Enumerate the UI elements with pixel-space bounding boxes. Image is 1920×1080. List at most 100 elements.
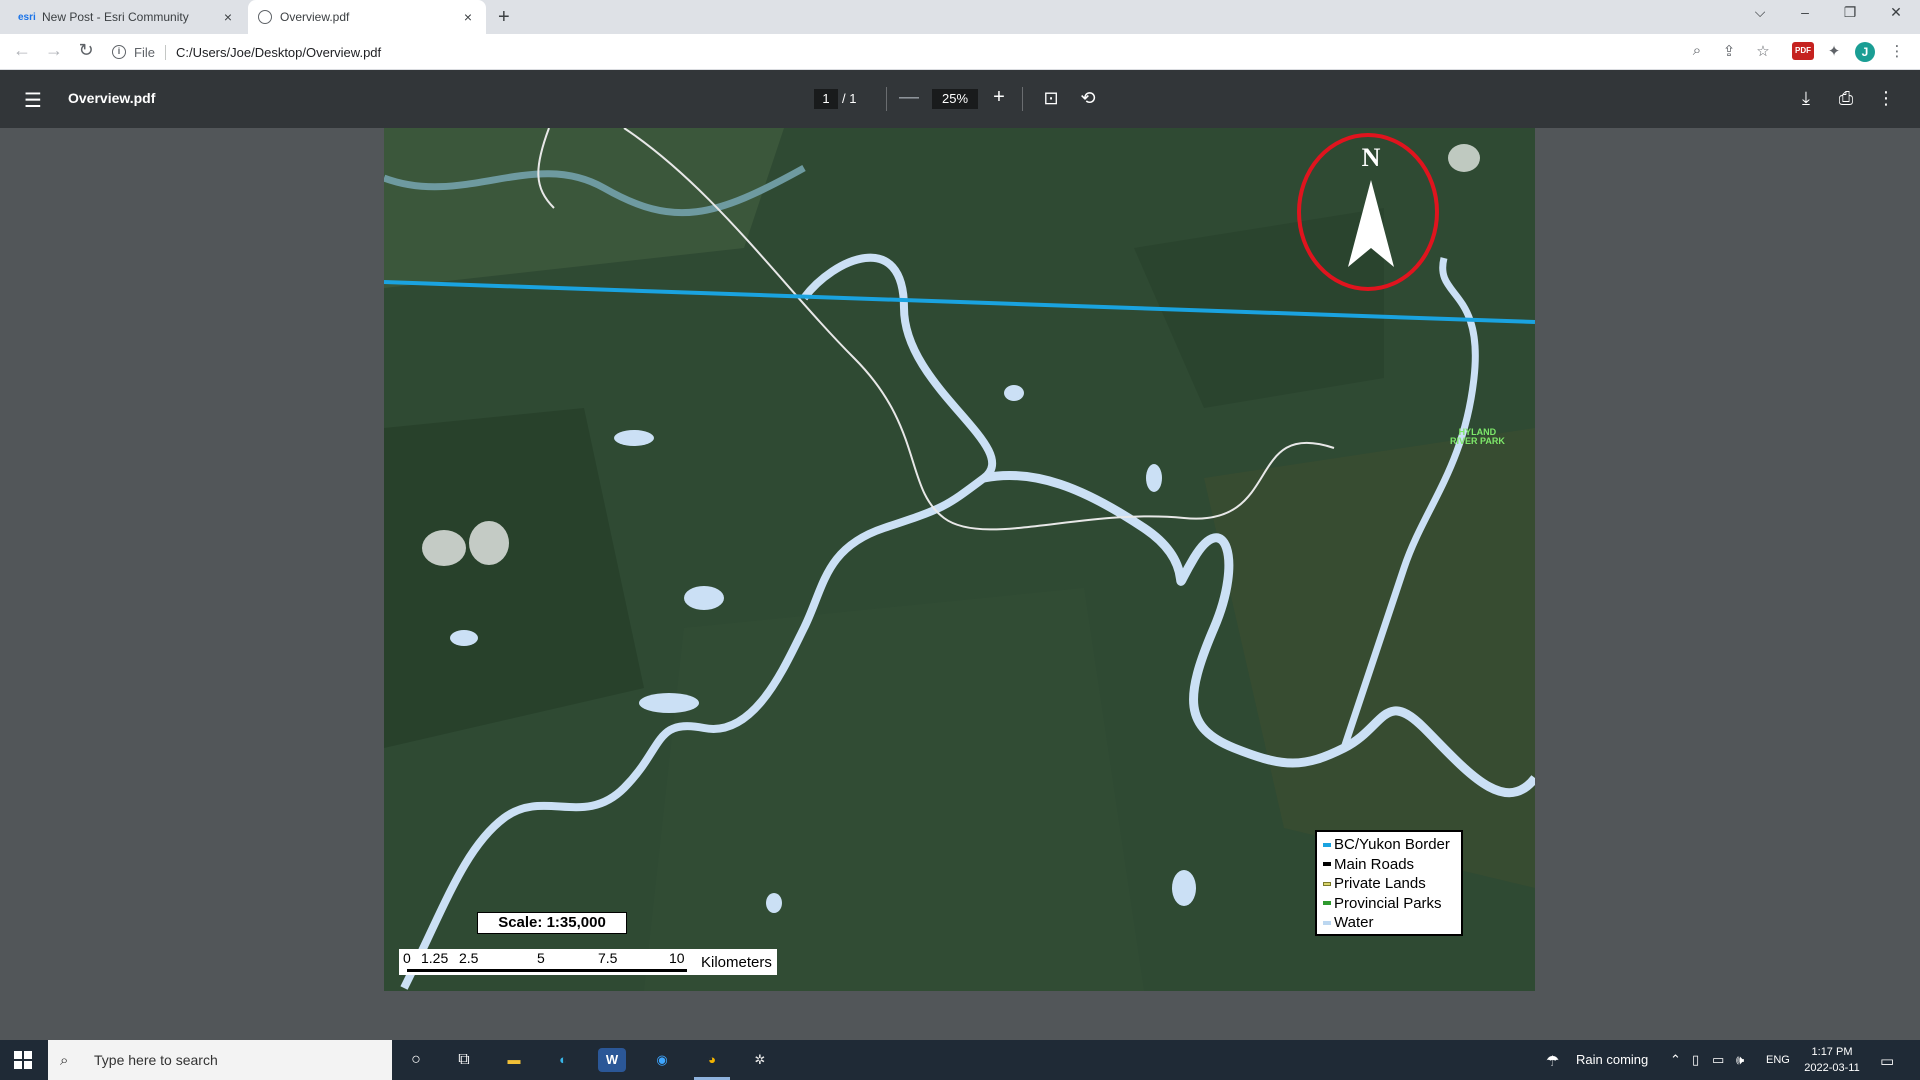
app-icon[interactable]: ◉ [648,1048,676,1072]
legend-label: Water [1334,914,1374,932]
network-icon[interactable]: ▭ [1712,1052,1724,1068]
scale-tick: 5 [537,950,545,966]
tab-search-icon[interactable]: ⌵ [1740,4,1780,21]
legend-item: BC/Yukon Border [1323,835,1455,855]
slack-icon[interactable]: ✲ [746,1048,774,1072]
show-hidden-icons[interactable]: ⌃ [1670,1052,1681,1068]
url-scheme: File [134,44,166,60]
url-text[interactable]: C:/Users/Joe/Desktop/Overview.pdf [176,45,381,60]
north-arrow-label: N [1362,143,1381,172]
restore-button[interactable]: ❐ [1830,4,1870,21]
scale-label: Scale: 1:35,000 [477,912,627,934]
site-info-icon[interactable]: i [112,45,126,59]
edge-icon[interactable]: ◐ [549,1048,577,1072]
legend-item: Provincial Parks [1323,894,1455,914]
legend-item: Main Roads [1323,855,1455,875]
lake [1146,464,1162,492]
zoom-in-button[interactable]: + [988,86,1010,109]
lake [766,893,782,913]
file-explorer-icon[interactable]: ▬ [500,1048,528,1072]
page-total: / 1 [842,91,857,106]
taskbar-search[interactable]: ⌕ Type here to search [48,1040,392,1080]
legend-label: Main Roads [1334,855,1415,873]
tab-close-icon[interactable]: × [460,9,476,25]
zoom-level-input[interactable]: 25% [932,89,978,109]
esri-favicon-icon: esri [18,11,36,23]
volume-icon[interactable]: 🕪 [1736,1052,1744,1068]
map-legend: BC/Yukon Border Main Roads Private Lands… [1315,830,1463,936]
legend-swatch [1323,920,1331,925]
zoom-out-button[interactable]: — [898,86,920,109]
tab-title: Overview.pdf [280,10,350,24]
globe-icon [258,10,272,24]
lake [614,430,654,446]
pdf-title: Overview.pdf [68,90,156,106]
clock-time: 1:17 PM [1811,1046,1853,1058]
forward-button[interactable]: → [40,40,68,61]
legend-swatch [1323,881,1331,886]
zoom-icon[interactable]: ⌕ [1686,42,1708,62]
scale-bar: 0 1.25 2.5 5 7.5 10 Kilometers [399,949,777,975]
search-icon: ⌕ [60,1051,69,1069]
download-icon[interactable]: ⤓ [1795,88,1817,109]
tab-esri-community[interactable]: esri New Post - Esri Community × [8,0,246,34]
cloud [422,530,466,566]
cortana-icon[interactable]: ○ [402,1048,430,1072]
legend-swatch [1323,901,1331,906]
scale-tick: 2.5 [459,950,479,966]
weather-icon[interactable]: ☂ [1546,1052,1559,1070]
scale-tick: 0 [403,950,411,966]
legend-label: BC/Yukon Border [1334,836,1450,854]
extensions-puzzle-icon[interactable]: ✦ [1823,42,1845,62]
browser-menu-icon[interactable]: ⋮ [1886,42,1908,62]
bookmark-star-icon[interactable]: ☆ [1752,42,1774,62]
cloud [469,521,509,565]
lake [684,586,724,610]
weather-text[interactable]: Rain coming [1576,1052,1648,1067]
system-clock[interactable]: 1:17 PM 2022-03-11 [1800,1044,1864,1076]
share-icon[interactable]: ⇪ [1718,42,1740,62]
language-indicator[interactable]: ENG [1766,1054,1790,1066]
print-icon[interactable]: ⎙ [1835,88,1857,109]
tab-close-icon[interactable]: × [220,9,236,25]
legend-item: Water [1323,913,1455,933]
lake [1004,385,1024,401]
park-label-line: RIVER PARK [1450,436,1505,446]
tab-overview-pdf[interactable]: Overview.pdf × [248,0,486,34]
windows-start-icon[interactable] [14,1051,32,1069]
scale-line [407,969,687,972]
terrain-patch [644,588,1144,991]
battery-icon[interactable]: ▯ [1692,1052,1699,1068]
tab-title: New Post - Esri Community [42,10,189,24]
rotate-icon[interactable]: ⟲ [1077,88,1099,109]
pdf-document-area[interactable]: N HYLAND RIVER PARK BC/Yukon Border Main… [0,128,1920,1040]
address-bar[interactable]: i File C:/Users/Joe/Desktop/Overview.pdf [112,38,1732,66]
chrome-icon[interactable]: ◕ [698,1048,726,1072]
lake [450,630,478,646]
more-actions-icon[interactable]: ⋮ [1875,88,1897,109]
back-button[interactable]: ← [8,40,36,61]
reload-button[interactable]: ↻ [72,40,100,61]
scale-unit: Kilometers [701,954,772,971]
pdf-toolbar: ☰ Overview.pdf 1 / 1 — 25% + ⊡ ⟲ ⤓ ⎙ ⋮ [0,70,1920,128]
pdf-extension-icon[interactable]: PDF [1792,42,1814,60]
pdf-menu-icon[interactable]: ☰ [24,88,42,113]
scale-tick: 7.5 [598,950,618,966]
profile-avatar[interactable]: J [1855,42,1875,62]
search-placeholder: Type here to search [94,1052,218,1068]
clock-date: 2022-03-11 [1804,1062,1860,1074]
scale-tick: 1.25 [421,950,449,966]
new-tab-button[interactable]: + [498,6,510,29]
page-number-input[interactable]: 1 [814,89,838,109]
task-view-icon[interactable]: ⧉ [450,1048,478,1072]
legend-label: Provincial Parks [1334,894,1442,912]
toolbar-divider [1022,87,1023,111]
close-window-button[interactable]: ✕ [1876,4,1916,21]
scale-tick: 10 [669,950,685,966]
legend-swatch [1323,842,1331,847]
minimize-button[interactable]: – [1785,4,1825,20]
toolbar-divider [886,87,887,111]
word-icon[interactable]: W [598,1048,626,1072]
notifications-icon[interactable]: ▭ [1880,1052,1894,1070]
fit-page-icon[interactable]: ⊡ [1040,88,1062,109]
